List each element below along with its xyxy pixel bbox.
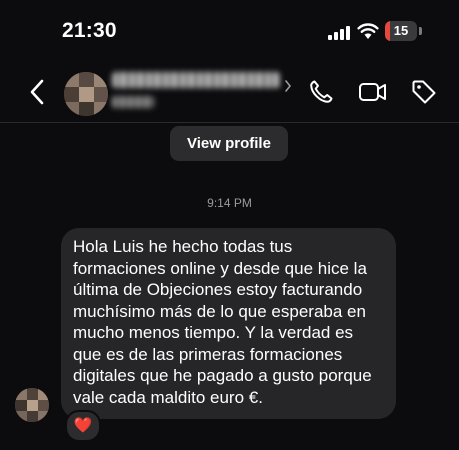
battery-level: 15 bbox=[393, 23, 409, 38]
tag-icon[interactable] bbox=[410, 78, 438, 106]
message-text: Hola Luis he hecho todas tus formaciones… bbox=[73, 236, 395, 408]
chevron-left-icon[interactable] bbox=[26, 78, 50, 106]
cellular-signal-icon bbox=[328, 24, 350, 40]
video-call-icon[interactable] bbox=[358, 78, 388, 106]
battery-icon: 15 bbox=[385, 21, 417, 41]
contact-avatar[interactable] bbox=[64, 72, 108, 116]
message-line: muchísimo más de lo que esperaba en bbox=[73, 301, 366, 321]
message-timestamp: 9:14 PM bbox=[207, 196, 252, 210]
chat-header bbox=[0, 62, 459, 123]
view-profile-button[interactable]: View profile bbox=[170, 126, 288, 161]
message-line: formaciones online y desde que hice la bbox=[73, 258, 367, 278]
contact-username-redacted bbox=[112, 96, 154, 108]
heart-reaction[interactable]: ❤️ bbox=[65, 410, 101, 442]
message-line: que es de las primeras formaciones bbox=[73, 344, 343, 364]
status-bar: 21:30 15 bbox=[0, 0, 459, 62]
phone-icon[interactable] bbox=[307, 78, 335, 106]
message-line: última de Objeciones estoy facturando bbox=[73, 280, 363, 299]
contact-name-redacted[interactable] bbox=[112, 72, 280, 88]
message-line: mucho menos tiempo. Y la verdad es bbox=[73, 323, 354, 342]
wifi-icon bbox=[357, 23, 379, 39]
message-line: Hola Luis he hecho todas tus bbox=[73, 237, 293, 256]
status-time: 21:30 bbox=[62, 19, 117, 42]
message-line: vale cada maldito euro €. bbox=[73, 387, 263, 407]
message-line: digitales que he pagado a gusto porque bbox=[73, 366, 372, 385]
sender-avatar[interactable] bbox=[15, 388, 49, 422]
chevron-right-icon[interactable] bbox=[284, 80, 292, 92]
battery-cap bbox=[419, 27, 422, 35]
